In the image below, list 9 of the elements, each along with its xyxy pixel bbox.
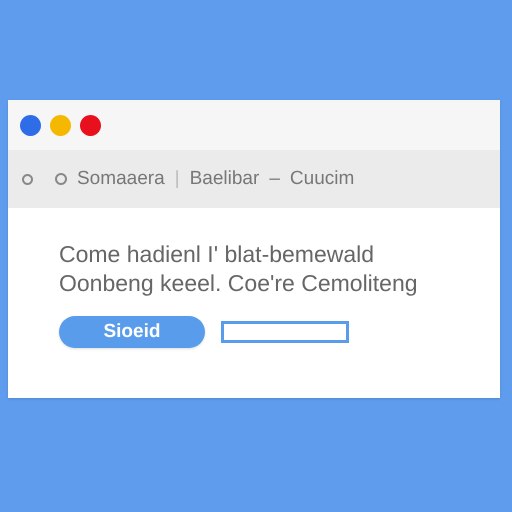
address-text: Somaaera (77, 166, 165, 191)
address-text: | (174, 166, 180, 191)
address-text: Baelibar (190, 166, 260, 191)
address-text: Cuucim (290, 166, 354, 191)
address-text: – (269, 166, 280, 191)
heading-line: Come hadienl I' blat‑bemewald (59, 240, 376, 269)
input-field[interactable] (221, 321, 349, 343)
submit-button[interactable]: Sioeid (59, 316, 205, 348)
heading-line: Oonbeng keeel. Coe're Cemoliteng (59, 269, 419, 298)
